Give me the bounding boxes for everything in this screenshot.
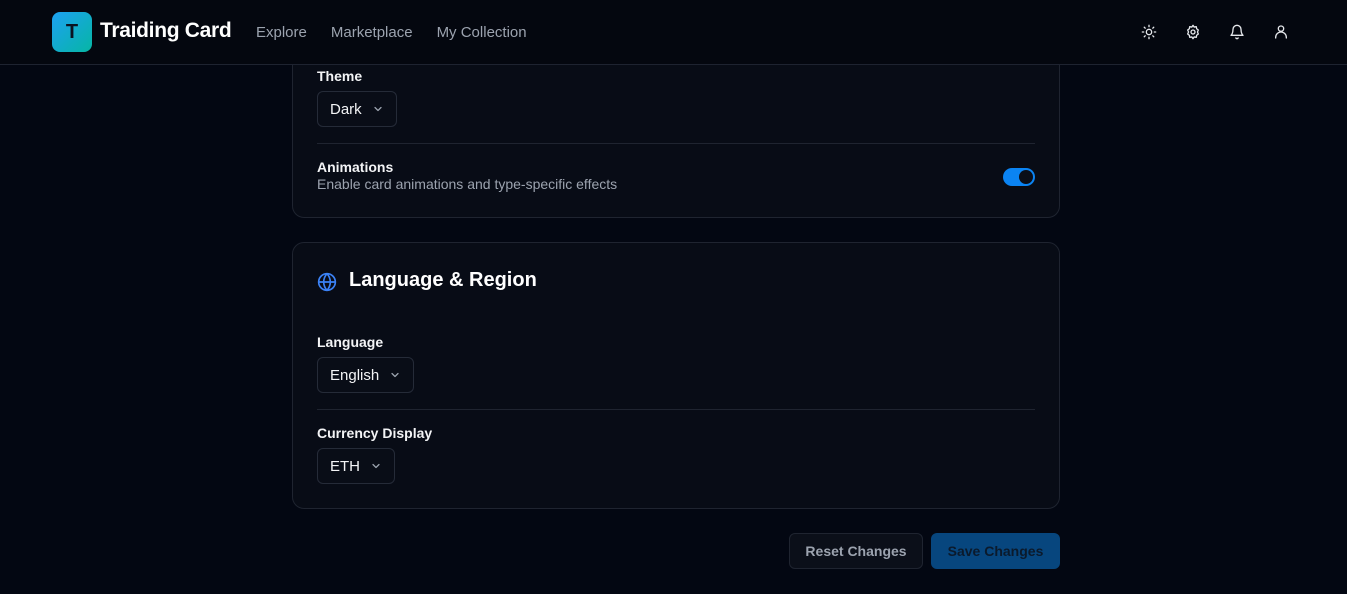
animations-description: Enable card animations and type-specific… (317, 176, 618, 192)
language-label: Language (317, 334, 384, 350)
main-nav: Explore Marketplace My Collection (256, 24, 527, 41)
globe-icon (317, 272, 337, 292)
reset-changes-button[interactable]: Reset Changes (789, 533, 923, 569)
toggle-knob (1019, 170, 1033, 184)
app-title[interactable]: Traiding Card (100, 19, 232, 43)
nav-link-explore[interactable]: Explore (256, 24, 307, 41)
theme-label: Theme (317, 68, 363, 84)
chevron-down-icon (389, 369, 401, 381)
nav-link-my-collection[interactable]: My Collection (437, 24, 527, 41)
currency-select[interactable]: ETH (317, 448, 395, 484)
bell-icon[interactable] (1227, 22, 1247, 42)
animations-label: Animations (317, 159, 394, 175)
appearance-settings-card: Theme Dark Animations Enable card animat… (292, 40, 1060, 218)
divider (317, 409, 1035, 410)
language-select[interactable]: English (317, 357, 415, 393)
chevron-down-icon (370, 460, 382, 472)
header-actions (1139, 22, 1291, 42)
currency-label: Currency Display (317, 425, 433, 441)
language-region-card: Language & Region Language English Curre… (292, 242, 1060, 509)
animations-toggle[interactable] (1003, 168, 1035, 186)
chevron-down-icon (372, 103, 384, 115)
nav-link-marketplace[interactable]: Marketplace (331, 24, 413, 41)
language-value: English (330, 366, 380, 384)
section-title: Language & Region (349, 269, 537, 291)
save-changes-button[interactable]: Save Changes (931, 533, 1060, 569)
logo-letter: T (65, 20, 79, 43)
sun-icon[interactable] (1139, 22, 1159, 42)
currency-value: ETH (330, 457, 360, 475)
top-navigation-bar: T Traiding Card Explore Marketplace My C… (0, 0, 1347, 65)
user-icon[interactable] (1271, 22, 1291, 42)
gear-icon[interactable] (1183, 22, 1203, 42)
theme-value: Dark (330, 100, 362, 118)
divider (317, 143, 1035, 144)
theme-select[interactable]: Dark (317, 91, 397, 127)
app-logo[interactable]: T (52, 12, 92, 52)
